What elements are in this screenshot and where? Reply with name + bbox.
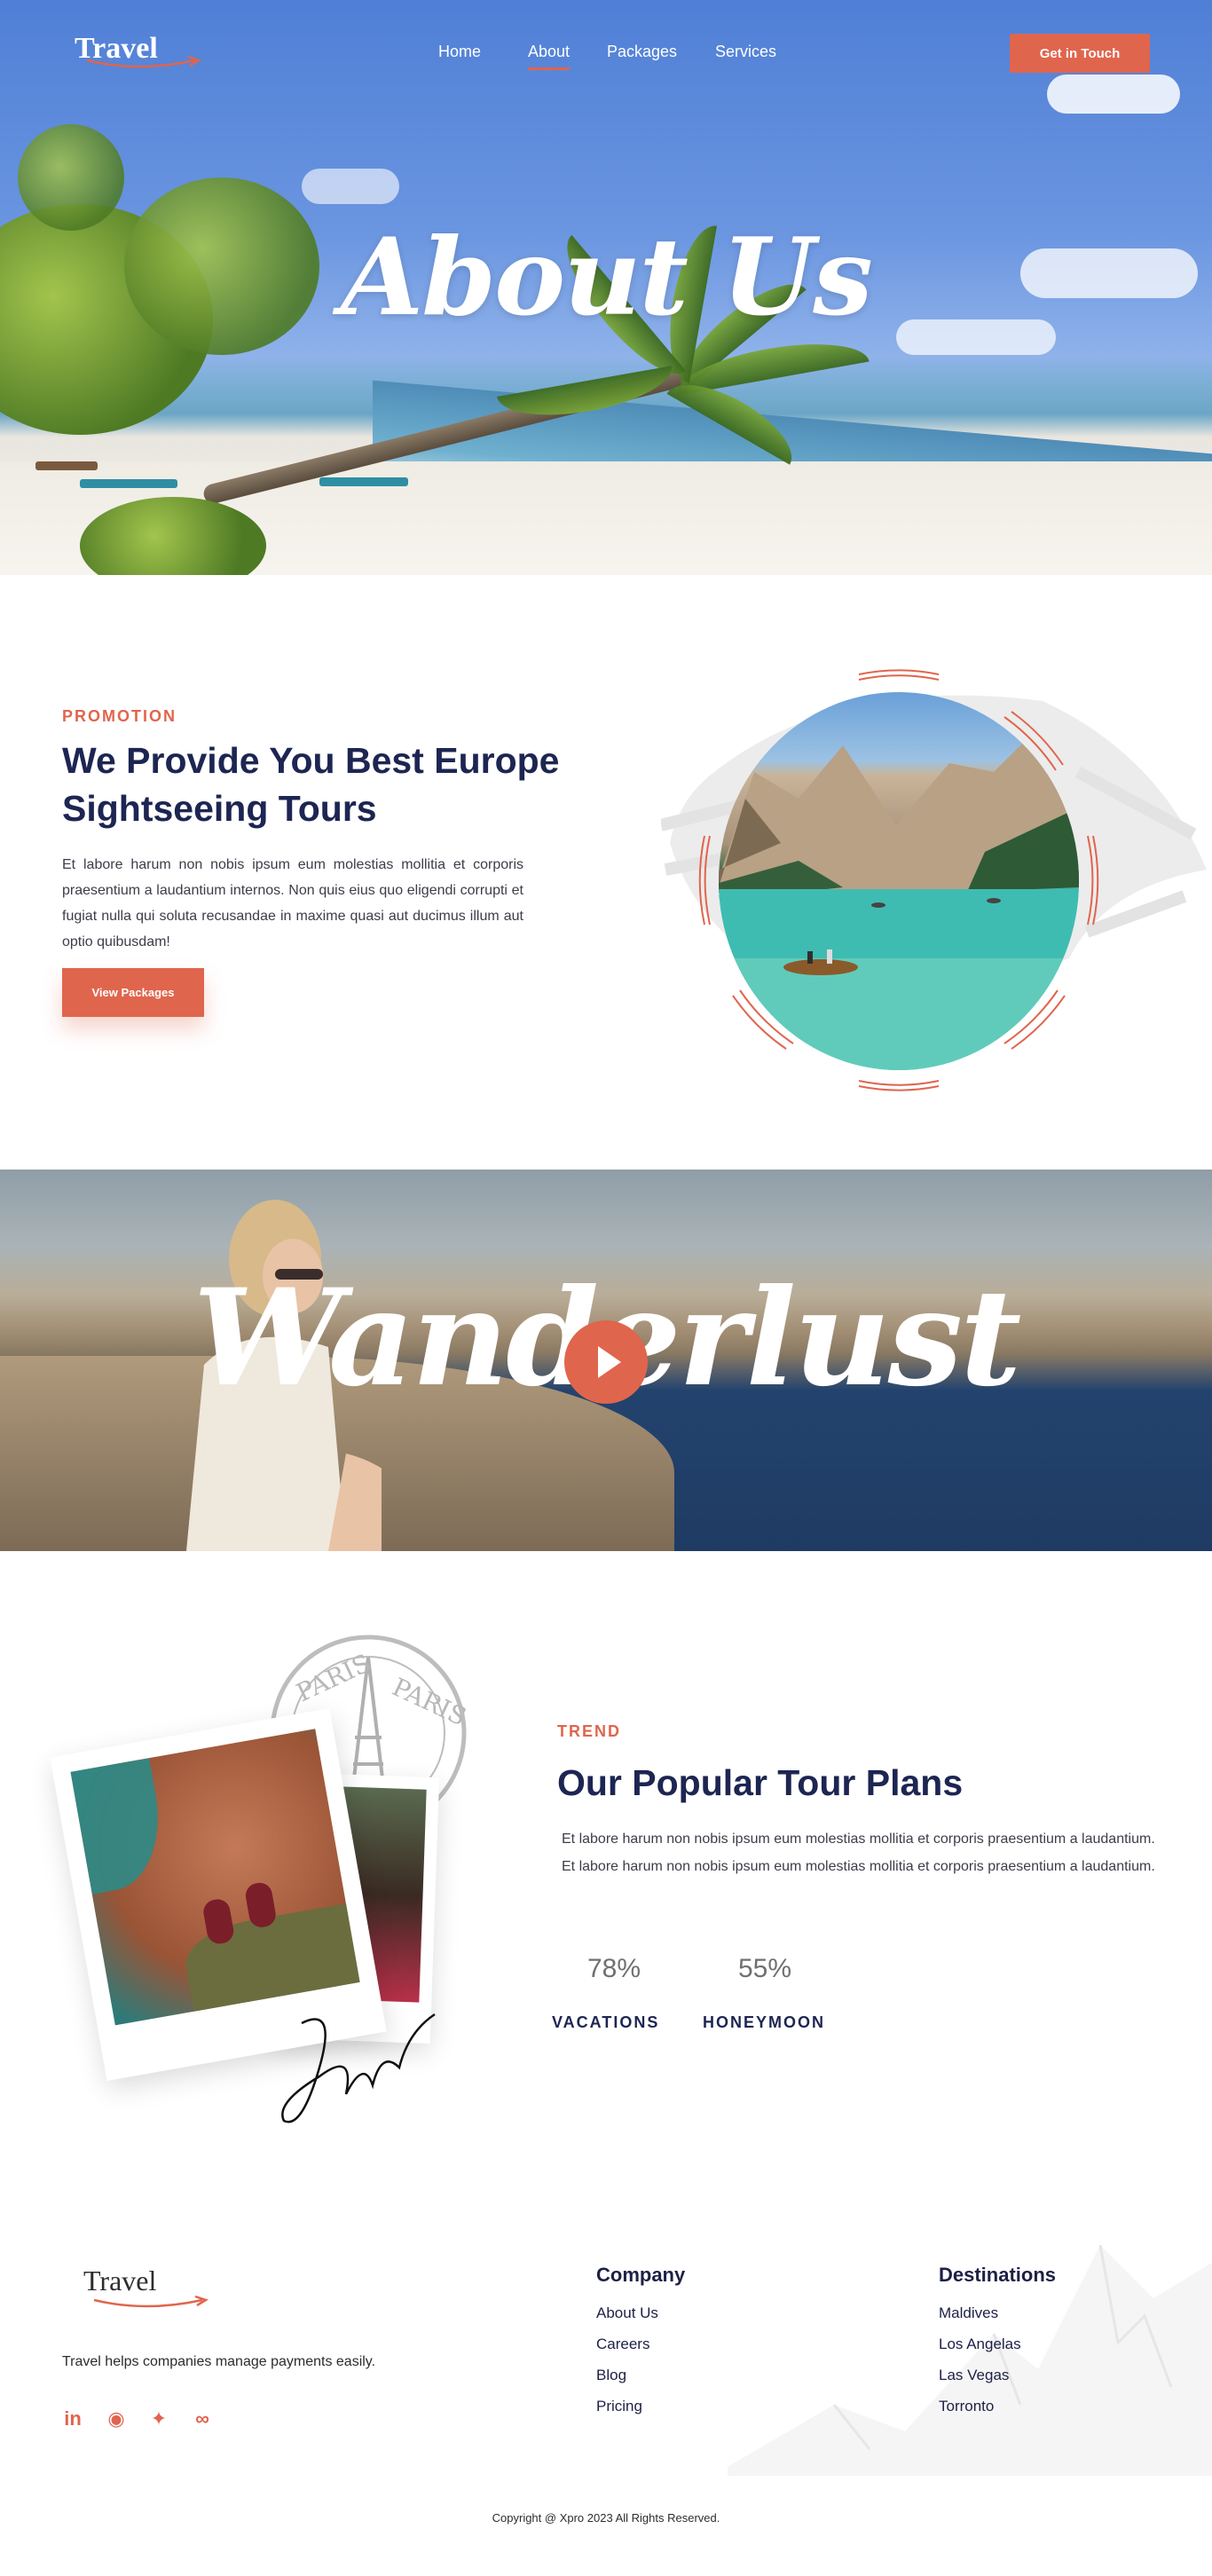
copyright-text: Copyright @ Xpro 2023 All Rights Reserve… bbox=[492, 2511, 720, 2525]
footer-logo-swoosh-icon bbox=[93, 2295, 209, 2308]
play-video-button[interactable] bbox=[564, 1320, 648, 1404]
promotion-eyebrow: PROMOTION bbox=[62, 707, 177, 725]
nav-packages[interactable]: Packages bbox=[607, 43, 677, 61]
footer-link-las-vegas[interactable]: Las Vegas bbox=[939, 2367, 1009, 2384]
footer-description: Travel helps companies manage payments e… bbox=[62, 2354, 376, 2369]
photo-feet-on-rock bbox=[70, 1729, 360, 2026]
stat-vacations-label: VACATIONS bbox=[552, 2013, 660, 2031]
footer-company-title: Company bbox=[596, 2264, 686, 2286]
footer-link-about-us[interactable]: About Us bbox=[596, 2304, 658, 2322]
footer-link-los-angelas[interactable]: Los Angelas bbox=[939, 2336, 1021, 2353]
svg-text:PARIS: PARIS bbox=[388, 1672, 470, 1731]
lake-mountains-image bbox=[719, 692, 1079, 1070]
stat-honeymoon-label: HONEYMOON bbox=[703, 2013, 826, 2031]
promotion-heading-line2: Sightseeing Tours bbox=[62, 788, 377, 829]
beach-chair bbox=[80, 479, 177, 488]
get-in-touch-button[interactable]: Get in Touch bbox=[1010, 34, 1150, 73]
messenger-icon[interactable]: ◉ bbox=[104, 2407, 129, 2431]
trend-body: Et labore harum non nobis ipsum eum mole… bbox=[562, 1832, 1155, 1874]
footer-link-careers[interactable]: Careers bbox=[596, 2336, 649, 2353]
footer-destinations-title: Destinations bbox=[939, 2264, 1057, 2286]
nav-home[interactable]: Home bbox=[438, 43, 481, 61]
trend-heading: Our Popular Tour Plans bbox=[557, 1762, 964, 1803]
linkedin-icon[interactable]: in bbox=[60, 2407, 85, 2431]
footer-link-pricing[interactable]: Pricing bbox=[596, 2398, 642, 2415]
beach-chair bbox=[35, 461, 98, 470]
mountains-illustration bbox=[719, 728, 1079, 1070]
cloud bbox=[302, 169, 399, 204]
signature-icon bbox=[281, 2013, 436, 2123]
nav-services[interactable]: Services bbox=[715, 43, 776, 61]
footer-link-maldives[interactable]: Maldives bbox=[939, 2304, 998, 2322]
view-packages-button[interactable]: View Packages bbox=[62, 968, 204, 1017]
trend-eyebrow: TREND bbox=[557, 1722, 621, 1740]
promotion-body: Et labore harum non nobis ipsum eum mole… bbox=[62, 857, 523, 949]
footer-logo[interactable]: Travel bbox=[83, 2265, 156, 2297]
twitter-icon[interactable]: ✦ bbox=[146, 2407, 171, 2431]
page-title: About Us bbox=[341, 215, 873, 340]
logo-swoosh-icon bbox=[86, 55, 201, 68]
promotion-heading-line1: We Provide You Best Europe bbox=[62, 740, 560, 781]
stat-honeymoon-value: 55% bbox=[738, 1954, 792, 1983]
cloud bbox=[1047, 75, 1180, 114]
nav-about[interactable]: About bbox=[528, 43, 571, 70]
link-icon[interactable]: ∞ bbox=[190, 2407, 215, 2431]
stat-vacations-value: 78% bbox=[587, 1954, 641, 1983]
beach-chair bbox=[319, 477, 408, 486]
footer-link-blog[interactable]: Blog bbox=[596, 2367, 626, 2384]
footer-link-torronto[interactable]: Torronto bbox=[939, 2398, 994, 2415]
